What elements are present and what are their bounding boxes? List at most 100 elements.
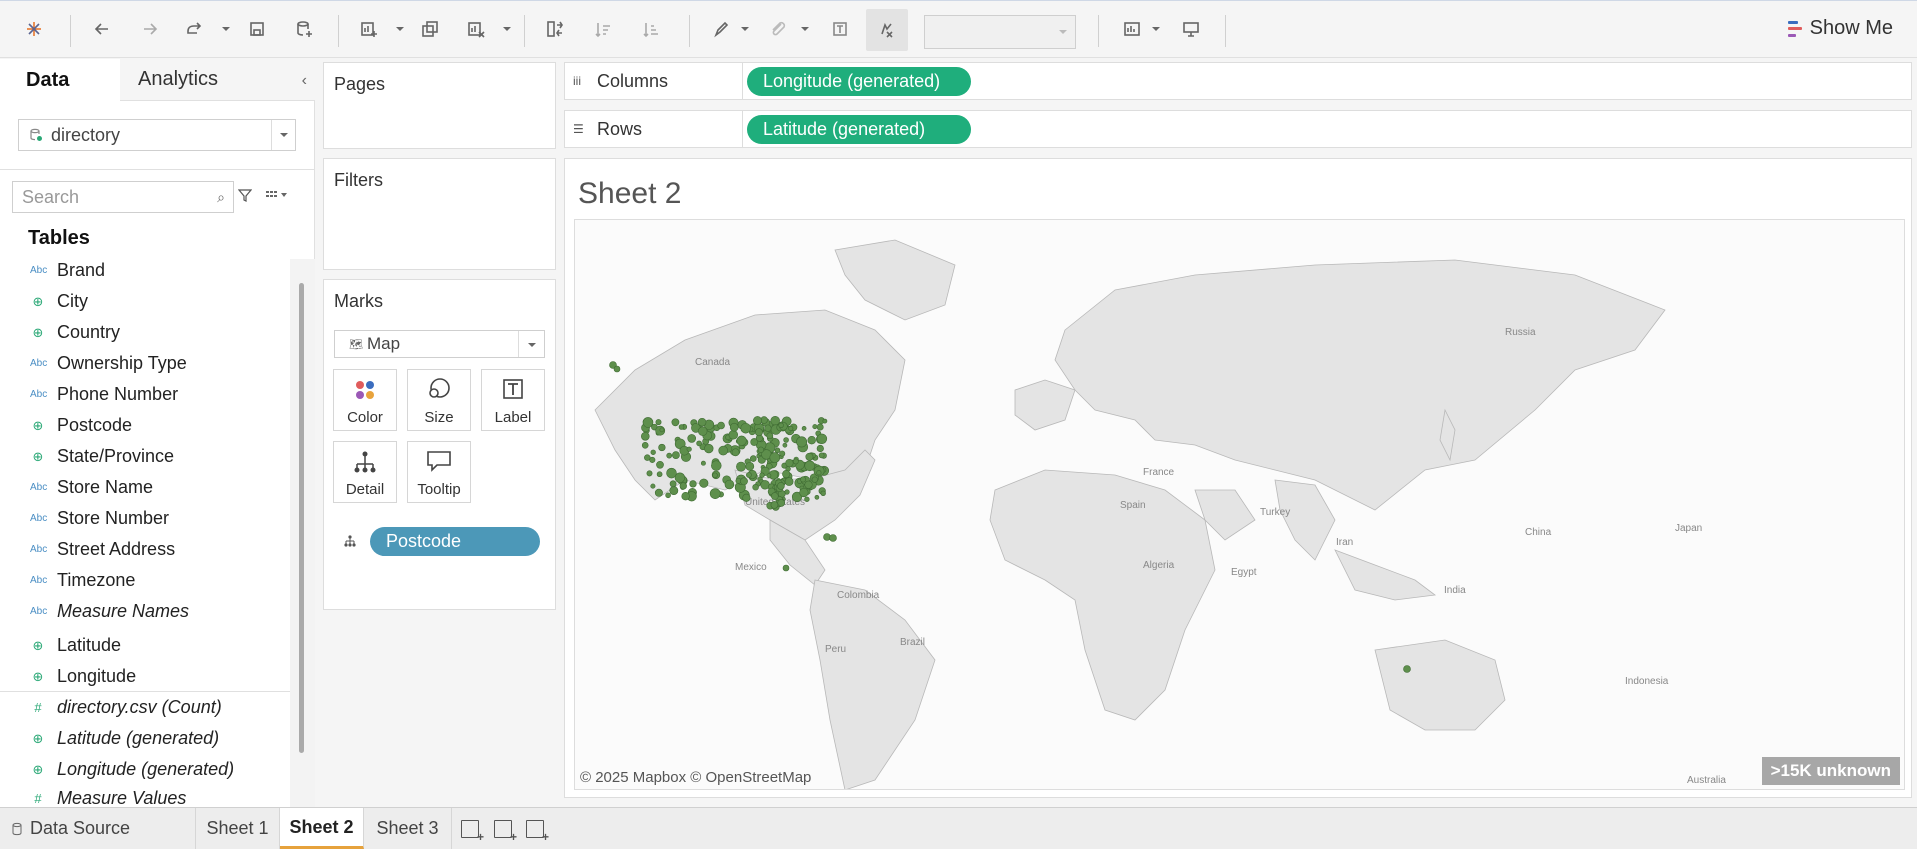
group-menu-caret[interactable] xyxy=(801,27,809,33)
map-label: Russia xyxy=(1505,327,1536,338)
mark-type-dropdown[interactable]: 🗺 Map xyxy=(334,330,545,358)
field-item[interactable]: ⊕ Longitude xyxy=(0,661,290,692)
collapse-pane-icon[interactable]: ‹ xyxy=(302,72,307,90)
field-item[interactable]: Abc Measure Names xyxy=(0,596,290,627)
highlight-menu-caret[interactable] xyxy=(741,27,749,33)
undo-icon[interactable] xyxy=(88,15,116,43)
scrollbar-thumb[interactable] xyxy=(299,283,304,753)
search-placeholder: Search xyxy=(22,186,80,207)
view-options-icon[interactable] xyxy=(266,190,288,200)
sheet-title[interactable]: Sheet 2 xyxy=(578,177,681,211)
sort-descending-icon[interactable] xyxy=(637,15,665,43)
location-mark xyxy=(669,486,679,496)
tab-sheet-1[interactable]: Sheet 1 xyxy=(196,808,280,849)
color-button[interactable]: Color xyxy=(333,369,397,431)
field-name: Longitude (generated) xyxy=(57,759,235,779)
field-item[interactable]: Abc Store Number xyxy=(0,503,290,534)
show-me-button[interactable]: Show Me xyxy=(1787,17,1893,40)
map-label: Colombia xyxy=(837,590,880,601)
filter-fields-icon[interactable] xyxy=(238,188,252,202)
tooltip-button[interactable]: Tooltip xyxy=(407,441,471,503)
globe-icon: ⊕ xyxy=(32,668,44,684)
datasource-select[interactable]: directory xyxy=(18,119,296,151)
replay-icon[interactable] xyxy=(180,15,208,43)
string-type-icon: Abc xyxy=(30,358,48,369)
field-item[interactable]: Abc Store Name xyxy=(0,472,290,503)
pages-card[interactable]: Pages xyxy=(323,62,556,149)
save-icon[interactable] xyxy=(243,15,271,43)
field-item[interactable]: Abc Brand xyxy=(0,255,290,286)
string-type-icon: Abc xyxy=(30,606,48,617)
fit-width-dropdown[interactable] xyxy=(924,15,1076,49)
location-mark xyxy=(829,534,837,542)
map-attribution[interactable]: © 2025 Mapbox © OpenStreetMap xyxy=(580,769,811,786)
size-button[interactable]: Size xyxy=(407,369,471,431)
filters-card[interactable]: Filters xyxy=(323,158,556,270)
cards-pane: Pages Filters Marks 🗺 Map Color Size Lab… xyxy=(323,62,556,810)
field-item[interactable]: ⊕ Postcode xyxy=(0,410,290,441)
data-source-tab[interactable]: Data Source xyxy=(0,808,196,849)
field-item[interactable]: Abc Street Address xyxy=(0,534,290,565)
map-label: Spain xyxy=(1120,500,1146,511)
highlight-icon[interactable] xyxy=(707,15,735,43)
location-mark xyxy=(801,426,807,431)
field-item[interactable]: ⊕ City xyxy=(0,286,290,317)
new-worksheet-tab-icon[interactable] xyxy=(461,820,484,844)
clear-sheet-menu-caret[interactable] xyxy=(503,27,511,33)
tab-sheet-2[interactable]: Sheet 2 xyxy=(280,808,364,849)
data-pane-scrollbar[interactable] xyxy=(290,259,315,807)
map-viz[interactable]: Canada United States Mexico Colombia Per… xyxy=(574,219,1905,790)
new-worksheet-icon[interactable] xyxy=(355,15,383,43)
fix-axes-icon[interactable] xyxy=(866,9,908,51)
field-item[interactable]: ⊕ Longitude (generated) xyxy=(0,754,290,785)
new-dashboard-tab-icon[interactable] xyxy=(494,820,517,844)
replay-menu-caret[interactable] xyxy=(222,27,230,33)
datasource-dropdown-caret[interactable] xyxy=(271,120,295,150)
presentation-mode-icon[interactable] xyxy=(1177,15,1205,43)
rows-shelf[interactable]: ☰ Rows Latitude (generated) xyxy=(564,110,1912,148)
new-datasource-icon[interactable] xyxy=(290,15,318,43)
field-item[interactable]: ⊕ State/Province xyxy=(0,441,290,472)
new-story-tab-icon[interactable] xyxy=(526,820,549,844)
map-label: Australia xyxy=(1687,775,1726,786)
field-item[interactable]: # Measure Values xyxy=(0,785,290,807)
field-item[interactable]: Abc Timezone xyxy=(0,565,290,596)
location-mark xyxy=(770,501,779,509)
latitude-generated-pill[interactable]: Latitude (generated) xyxy=(747,115,971,144)
string-type-icon: Abc xyxy=(30,389,48,400)
field-item[interactable]: ⊕ Latitude (generated) xyxy=(0,723,290,754)
group-members-icon[interactable] xyxy=(764,15,792,43)
tab-analytics[interactable]: Analytics ‹ xyxy=(120,59,315,101)
tableau-logo-icon[interactable] xyxy=(20,15,48,43)
location-mark xyxy=(731,448,740,457)
location-mark xyxy=(704,443,714,454)
clear-sheet-icon[interactable] xyxy=(462,15,490,43)
detail-button[interactable]: Detail xyxy=(333,441,397,503)
columns-shelf[interactable]: iii Columns Longitude (generated) xyxy=(564,62,1912,100)
field-item[interactable]: ⊕ Country xyxy=(0,317,290,348)
show-cards-icon[interactable] xyxy=(1118,15,1146,43)
show-cards-menu-caret[interactable] xyxy=(1152,27,1160,33)
longitude-generated-pill[interactable]: Longitude (generated) xyxy=(747,67,971,96)
field-item[interactable]: # directory.csv (Count) xyxy=(0,692,290,723)
field-item[interactable]: ⊕ Latitude xyxy=(0,630,290,661)
unknown-locations-badge[interactable]: >15K unknown xyxy=(1761,757,1900,785)
field-name: Measure Values xyxy=(57,788,187,807)
postcode-detail-pill[interactable]: Postcode xyxy=(370,527,540,556)
mark-type-caret[interactable] xyxy=(518,331,544,357)
duplicate-sheet-icon[interactable] xyxy=(416,15,444,43)
data-source-label: Data Source xyxy=(30,818,131,838)
sort-ascending-icon[interactable] xyxy=(589,15,617,43)
show-mark-labels-icon[interactable] xyxy=(826,15,854,43)
label-icon xyxy=(503,379,523,399)
field-name: Latitude xyxy=(57,635,122,655)
tab-data[interactable]: Data xyxy=(26,59,69,101)
redo-icon[interactable] xyxy=(136,15,164,43)
field-item[interactable]: Abc Ownership Type xyxy=(0,348,290,379)
tab-sheet-3[interactable]: Sheet 3 xyxy=(364,808,452,849)
field-search-input[interactable]: Search ⌕ xyxy=(12,181,234,213)
swap-rows-columns-icon[interactable] xyxy=(541,15,569,43)
new-worksheet-menu-caret[interactable] xyxy=(396,27,404,33)
field-item[interactable]: Abc Phone Number xyxy=(0,379,290,410)
label-button[interactable]: Label xyxy=(481,369,545,431)
